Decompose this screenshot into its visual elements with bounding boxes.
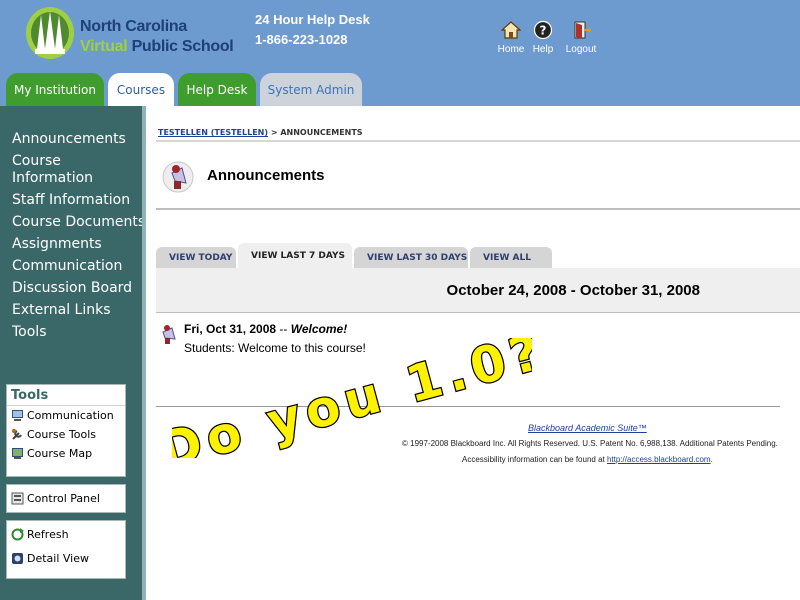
logout-door-icon [574,21,591,39]
logo-title-line2: Virtual Public School [80,38,234,56]
home-link[interactable]: Home [497,20,525,55]
menu-item-assignments[interactable]: Assignments [12,236,145,253]
site-header: North Carolina Virtual Public School 24 … [0,0,800,106]
help-desk-title: 24 Hour Help Desk [255,12,370,27]
svg-text:?: ? [540,24,547,38]
help-link[interactable]: ? Help [532,20,554,55]
detail-view-link[interactable]: Detail View [7,549,125,568]
detail-view-icon [12,553,23,564]
main-tabs: My Institution Courses Help Desk System … [6,73,362,106]
announcement-separator: -- [279,322,288,336]
logo-title-line1: North Carolina [80,18,187,35]
tools-icon [12,429,22,440]
date-divider [156,312,800,313]
computer-icon [12,410,23,421]
menu-divider [142,106,146,600]
tab-view-last-7-days[interactable]: VIEW LAST 7 DAYS [238,243,352,268]
help-label: Help [532,44,554,55]
announcement-title: Welcome! [290,322,348,336]
tab-view-last-30-days[interactable]: VIEW LAST 30 DAYS [354,247,468,268]
tab-my-institution[interactable]: My Institution [6,73,104,106]
date-range: October 24, 2008 - October 31, 2008 [446,282,700,299]
menu-item-staff-information[interactable]: Staff Information [12,192,145,209]
logo-virtual: Virtual [80,38,128,55]
refresh-link[interactable]: Refresh [7,525,125,544]
tab-courses[interactable]: Courses [108,73,174,106]
tab-view-today[interactable]: VIEW TODAY [156,247,236,268]
refresh-label: Refresh [27,528,69,541]
blackboard-suite-link[interactable]: Blackboard Academic Suite™ [528,423,647,433]
control-panel-box: Control Panel [6,484,126,513]
menu-item-tools[interactable]: Tools [12,324,145,341]
accessibility-period: . [710,455,713,464]
refresh-icon [11,528,24,541]
school-logo[interactable]: North Carolina Virtual Public School [24,3,234,59]
tree-emblem-icon [26,7,74,59]
menu-item-communication[interactable]: Communication [12,258,145,275]
announcement-date: Fri, Oct 31, 2008 [184,322,277,336]
tools-course-map-link[interactable]: Course Map [7,444,125,463]
top-links: Home ? Help Logout [497,20,596,55]
breadcrumb-course-link[interactable]: TESTELLEN (TESTELLEN) [158,128,268,137]
menu-item-course[interactable]: Course [12,153,145,170]
breadcrumb-divider [156,140,800,142]
tools-course-tools-link[interactable]: Course Tools [7,425,125,444]
announcement-speaker-icon [162,161,194,193]
help-icon: ? [533,20,553,40]
logout-label: Logout [565,44,597,55]
help-desk-info: 24 Hour Help Desk 1-866-223-1028 [255,10,370,50]
help-desk-phone: 1-866-223-1028 [255,32,348,47]
overlay-caption: Do you 1.0? [172,338,532,458]
home-label: Home [497,44,525,55]
home-icon [501,21,521,39]
tab-help-desk[interactable]: Help Desk [178,73,256,106]
logo-public-school: Public School [131,38,234,55]
control-panel-icon [11,492,24,505]
control-panel-label: Control Panel [27,492,100,505]
menu-item-announcements[interactable]: Announcements [12,131,145,148]
breadcrumb: TESTELLEN (TESTELLEN) > ANNOUNCEMENTS [158,128,363,137]
refresh-box: Refresh Detail View [6,520,126,579]
tools-panel-title: Tools [7,385,125,406]
menu-item-discussion-board[interactable]: Discussion Board [12,280,145,297]
tools-panel: Tools Communication Course Tools Course … [6,384,126,477]
announcement-header: Fri, Oct 31, 2008 -- Welcome! [184,322,347,336]
tab-system-admin[interactable]: System Admin [260,73,362,106]
menu-item-course-information[interactable]: Information [12,170,145,187]
accessibility-link[interactable]: http://access.blackboard.com [607,455,711,464]
tab-view-all[interactable]: VIEW ALL [470,247,552,268]
control-panel-link[interactable]: Control Panel [7,485,125,508]
tools-course-map-label: Course Map [27,447,93,460]
date-range-band: October 24, 2008 - October 31, 2008 [156,268,800,312]
title-divider [156,208,800,210]
map-icon [12,448,23,459]
page-title: Announcements [207,167,325,184]
tools-course-tools-label: Course Tools [27,428,96,441]
view-tabs: VIEW TODAY VIEW LAST 7 DAYS VIEW LAST 30… [156,243,800,268]
menu-item-course-documents[interactable]: Course Documents [12,214,145,231]
course-menu-items: Announcements Course Information Staff I… [12,131,145,346]
breadcrumb-current: > ANNOUNCEMENTS [270,128,363,137]
detail-view-label: Detail View [27,552,90,565]
menu-item-external-links[interactable]: External Links [12,302,145,319]
overlay-caption-text: Do you 1.0? [172,338,532,458]
tools-communication-label: Communication [27,409,114,422]
logout-link[interactable]: Logout [566,20,596,55]
tools-communication-link[interactable]: Communication [7,406,125,425]
